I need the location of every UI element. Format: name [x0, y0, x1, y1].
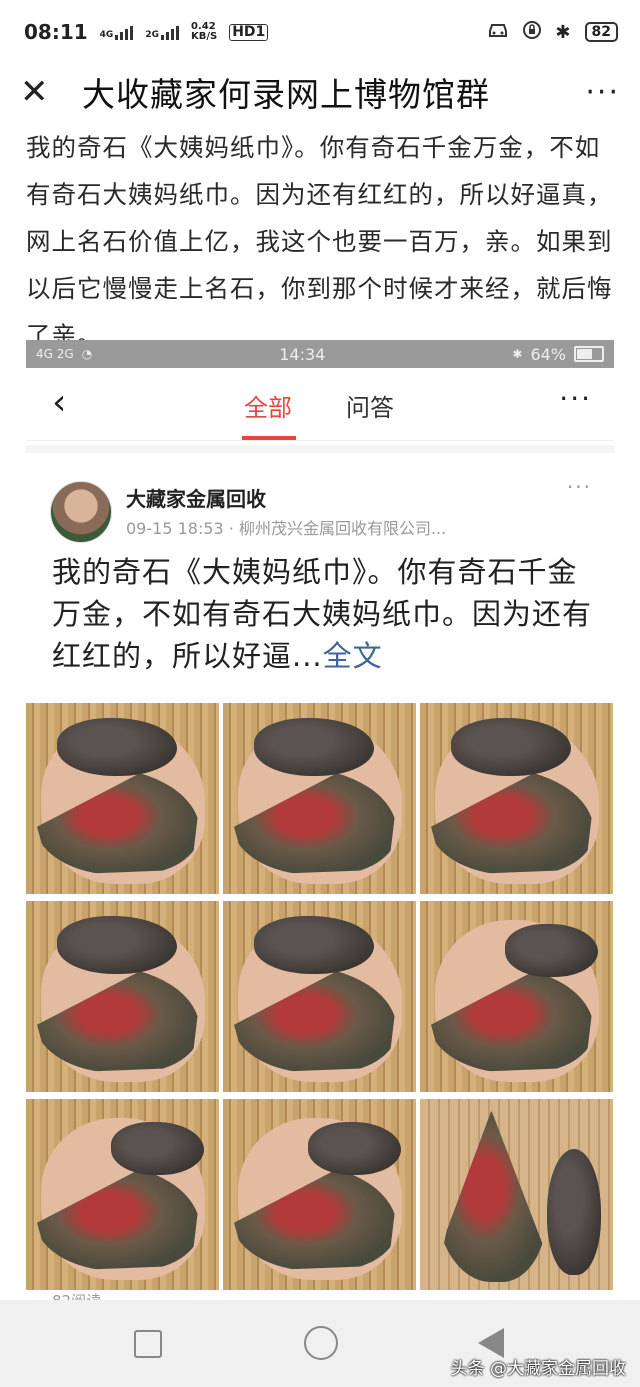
more-menu-icon[interactable]: ···	[585, 75, 620, 110]
photo-thumbnail[interactable]	[223, 703, 416, 894]
inner-bluetooth-icon: ✱	[512, 347, 523, 361]
photo-thumbnail[interactable]	[223, 1099, 416, 1290]
photo-thumbnail[interactable]	[26, 703, 219, 894]
watermark: 头条 @大藏家金属回收	[450, 1359, 626, 1379]
divider	[26, 445, 614, 453]
status-time: 08:11	[24, 20, 88, 44]
page-title: 大收藏家何录网上博物馆群	[82, 75, 490, 114]
close-icon[interactable]: ✕	[20, 72, 60, 112]
post-text: 我的奇石《大姨妈纸巾》。你有奇石千金万金，不如有奇石大姨妈纸巾。因为还有红红的，…	[52, 551, 592, 677]
inner-more-icon[interactable]: ···	[559, 382, 592, 415]
post-meta: 09-15 18:53 · 柳州茂兴金属回收有限公司...	[126, 519, 447, 538]
wifi-icon: ◔	[81, 347, 93, 361]
post-author[interactable]: 大藏家金属回收	[126, 483, 266, 512]
inner-nav-bar: ‹ 全部 问答 ···	[26, 368, 614, 441]
inner-battery-percent: 64%	[530, 344, 566, 364]
tab-all[interactable]: 全部	[244, 388, 292, 423]
title-bar: ✕ 大收藏家何录网上博物馆群 ···	[0, 64, 640, 120]
avatar[interactable]	[50, 481, 112, 543]
battery-indicator: 82	[584, 22, 618, 42]
inner-battery-icon	[574, 346, 604, 362]
status-bar: 08:11 4G 2G 0.42 KB/S HD1 ✱ 82	[0, 0, 640, 64]
photo-thumbnail[interactable]	[26, 1099, 219, 1290]
photo-thumbnail[interactable]	[420, 703, 613, 894]
post-more-icon[interactable]: ···	[567, 475, 592, 499]
bluetooth-icon: ✱	[555, 21, 571, 43]
inner-status-bar: 4G 2G ◔ 14:34 ✱ 64%	[26, 340, 614, 368]
home-icon[interactable]	[304, 1326, 338, 1360]
network-speed: 0.42 KB/S	[190, 21, 218, 42]
signal-2g-icon: 2G	[145, 24, 179, 40]
photo-thumbnail[interactable]	[26, 901, 219, 1092]
system-nav-bar: 头条 @大藏家金属回收	[0, 1300, 640, 1387]
inner-status-time: 14:34	[279, 344, 326, 364]
photo-thumbnail[interactable]	[420, 901, 613, 1092]
embedded-screenshot: 4G 2G ◔ 14:34 ✱ 64% ‹ 全部 问答 ··· 大藏家金属回收 0…	[26, 340, 614, 1310]
lock-icon	[523, 20, 542, 44]
signal-4g-icon: 4G	[100, 24, 134, 40]
hd-voice-icon: HD1	[229, 23, 269, 41]
active-tab-indicator	[242, 436, 296, 440]
tab-qa[interactable]: 问答	[346, 388, 394, 423]
full-text-link[interactable]: 全文	[323, 639, 383, 673]
recent-apps-icon[interactable]	[134, 1330, 162, 1358]
back-icon[interactable]: ‹	[52, 382, 66, 423]
car-icon	[487, 21, 509, 43]
photo-thumbnail[interactable]	[420, 1099, 613, 1290]
photo-grid	[26, 703, 614, 1290]
photo-thumbnail[interactable]	[223, 901, 416, 1092]
inner-signal-icons: 4G 2G	[36, 347, 74, 361]
article-text: 我的奇石《大姨妈纸巾》。你有奇石千金万金，不如有奇石大姨妈纸巾。因为还有红红的，…	[26, 133, 613, 350]
